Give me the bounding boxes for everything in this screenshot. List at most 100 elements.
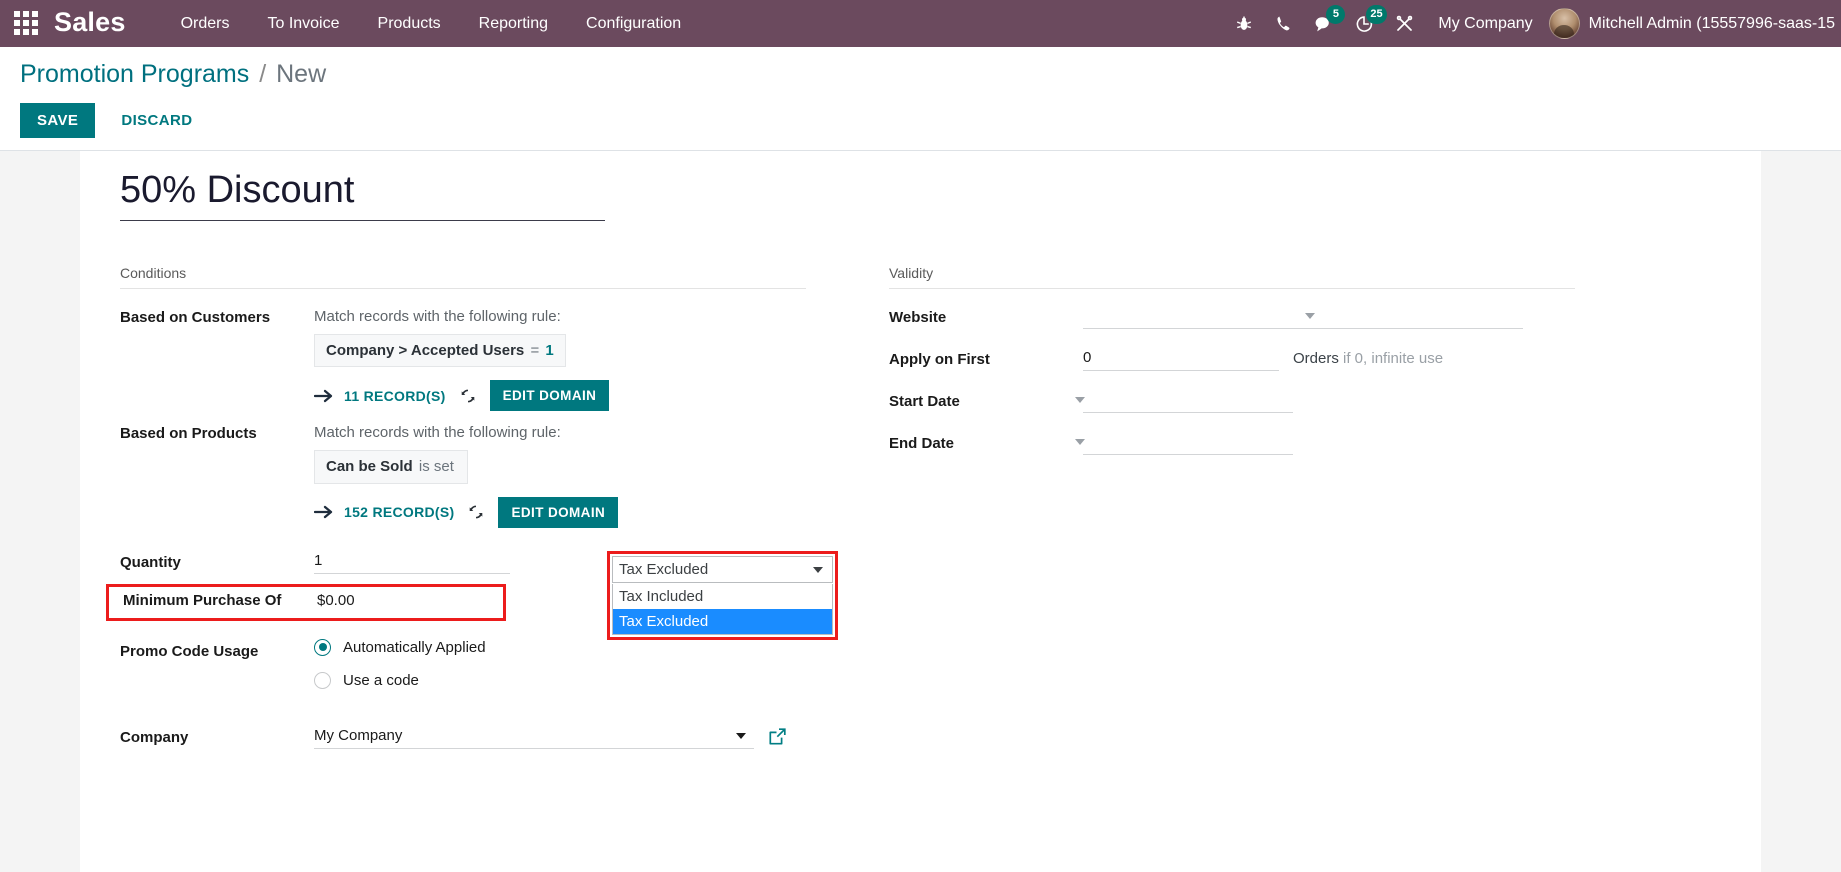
apply-on-first-unit: Orders if 0, infinite use bbox=[1279, 347, 1443, 367]
value-apply-on-first: Orders if 0, infinite use bbox=[1083, 347, 1575, 372]
field-row-promo-code-usage: Promo Code Usage Automatically Applied U… bbox=[120, 638, 806, 705]
messages-badge: 5 bbox=[1326, 5, 1346, 24]
products-chip-field: Can be Sold bbox=[326, 458, 413, 476]
form-sheet: Conditions Based on Customers Match reco… bbox=[80, 150, 1761, 872]
label-start-date: Start Date bbox=[889, 393, 960, 411]
value-start-date bbox=[1075, 389, 1575, 414]
value-based-on-customers: Match records with the following rule: C… bbox=[314, 305, 806, 412]
arrow-right-icon bbox=[314, 505, 334, 519]
value-based-on-products: Match records with the following rule: C… bbox=[314, 421, 806, 528]
tax-option-tax-included[interactable]: Tax Included bbox=[613, 584, 832, 609]
messages-icon[interactable]: 5 bbox=[1304, 0, 1346, 47]
radio-row-use-a-code[interactable]: Use a code bbox=[314, 671, 806, 689]
external-link-icon[interactable] bbox=[768, 725, 787, 746]
tax-select-closed-box[interactable]: Tax Excluded bbox=[612, 555, 833, 583]
products-domain-chip[interactable]: Can be Sold is set bbox=[314, 450, 468, 484]
control-panel: Promotion Programs / New SAVE DISCARD bbox=[0, 47, 1841, 151]
label-based-on-products: Based on Products bbox=[120, 425, 257, 443]
tax-option-tax-excluded[interactable]: Tax Excluded bbox=[613, 608, 832, 634]
breadcrumb-separator: / bbox=[259, 60, 267, 88]
apps-grid-icon[interactable] bbox=[14, 10, 40, 37]
label-promo-code-usage: Promo Code Usage bbox=[120, 642, 259, 660]
quantity-input[interactable] bbox=[314, 549, 510, 574]
form-columns: Conditions Based on Customers Match reco… bbox=[106, 265, 1721, 759]
validity-group: Validity Website Apply on First Orders bbox=[889, 265, 1575, 759]
customers-records-row: 11 RECORD(S) EDIT DOMAIN bbox=[314, 380, 806, 412]
app-brand-sales[interactable]: Sales bbox=[54, 8, 126, 39]
customers-domain-chip[interactable]: Company > Accepted Users = 1 bbox=[314, 334, 566, 368]
products-edit-domain-button[interactable]: EDIT DOMAIN bbox=[498, 496, 619, 528]
navbar-systray: 5 25 My Company Mitchell Admin (15557996… bbox=[1224, 0, 1841, 47]
form-sheet-background: Conditions Based on Customers Match reco… bbox=[0, 150, 1841, 872]
products-record-count-link[interactable]: 152 RECORD(S) bbox=[344, 504, 454, 520]
conditions-group: Conditions Based on Customers Match reco… bbox=[106, 265, 806, 759]
breadcrumb-root-link[interactable]: Promotion Programs bbox=[20, 60, 249, 88]
bug-icon[interactable] bbox=[1224, 0, 1264, 47]
validity-group-title: Validity bbox=[889, 265, 1575, 290]
breadcrumb-current: New bbox=[276, 60, 327, 88]
user-menu[interactable]: Mitchell Admin (15557996-saas-15 bbox=[1548, 8, 1837, 39]
value-end-date bbox=[1075, 431, 1575, 456]
nav-menu-products[interactable]: Products bbox=[359, 0, 460, 47]
radio-use-a-code[interactable] bbox=[314, 671, 331, 689]
refresh-icon[interactable] bbox=[460, 388, 476, 404]
customers-edit-domain-button[interactable]: EDIT DOMAIN bbox=[489, 380, 610, 412]
minimum-purchase-input[interactable] bbox=[317, 589, 497, 613]
radio-automatically-applied[interactable] bbox=[314, 638, 331, 656]
radio-row-automatically-applied[interactable]: Automatically Applied bbox=[314, 638, 806, 656]
customers-domain-hint: Match records with the following rule: bbox=[314, 308, 561, 326]
conditions-group-title: Conditions bbox=[120, 265, 806, 290]
field-row-end-date: End Date bbox=[889, 431, 1575, 456]
value-website bbox=[1083, 305, 1575, 330]
customers-chip-value: 1 bbox=[545, 342, 554, 360]
activities-clock-icon[interactable]: 25 bbox=[1344, 0, 1387, 47]
value-promo-code-usage: Automatically Applied Use a code bbox=[314, 638, 806, 705]
field-row-start-date: Start Date bbox=[889, 389, 1575, 414]
field-row-minimum-purchase-highlighted: Minimum Purchase Of bbox=[106, 583, 506, 621]
customers-chip-operator: = bbox=[530, 342, 540, 360]
arrow-right-icon bbox=[314, 389, 334, 403]
avatar bbox=[1548, 8, 1580, 39]
refresh-icon[interactable] bbox=[468, 504, 484, 520]
products-domain-hint: Match records with the following rule: bbox=[314, 424, 561, 442]
navbar-company-switcher[interactable]: My Company bbox=[1424, 15, 1548, 33]
label-website: Website bbox=[889, 309, 947, 327]
user-name-label: Mitchell Admin (15557996-saas-15 bbox=[1588, 14, 1835, 32]
apply-on-first-input[interactable] bbox=[1083, 347, 1279, 372]
radio-label-automatically-applied: Automatically Applied bbox=[343, 638, 486, 656]
website-input[interactable] bbox=[1083, 305, 1523, 330]
field-row-company: Company bbox=[120, 724, 806, 749]
save-button[interactable]: SAVE bbox=[20, 102, 96, 138]
label-based-on-customers: Based on Customers bbox=[120, 309, 271, 327]
field-row-website: Website bbox=[889, 305, 1575, 330]
field-row-based-on-products: Based on Products Match records with the… bbox=[120, 421, 806, 528]
phone-icon[interactable] bbox=[1264, 0, 1304, 47]
nav-menu-configuration[interactable]: Configuration bbox=[567, 0, 700, 47]
discard-button[interactable]: DISCARD bbox=[105, 103, 208, 138]
form-action-buttons: SAVE DISCARD bbox=[20, 102, 1841, 150]
radio-label-use-a-code: Use a code bbox=[343, 671, 419, 689]
record-title-input[interactable] bbox=[120, 168, 605, 222]
top-navbar: Sales Orders To Invoice Products Reporti… bbox=[0, 0, 1841, 47]
tax-select-highlighted: Tax Excluded Tax Included Tax Excluded bbox=[607, 550, 838, 640]
nav-menu-orders[interactable]: Orders bbox=[162, 0, 249, 47]
tools-icon[interactable] bbox=[1384, 0, 1424, 47]
company-input[interactable] bbox=[314, 724, 754, 749]
label-company: Company bbox=[120, 728, 189, 746]
tax-select[interactable]: Tax Excluded bbox=[612, 555, 833, 583]
nav-menu-reporting[interactable]: Reporting bbox=[460, 0, 567, 47]
start-date-input[interactable] bbox=[1083, 389, 1293, 414]
field-row-based-on-customers: Based on Customers Match records with th… bbox=[120, 305, 806, 412]
products-records-row: 152 RECORD(S) EDIT DOMAIN bbox=[314, 496, 806, 528]
field-row-apply-on-first: Apply on First Orders if 0, infinite use bbox=[889, 347, 1575, 372]
apply-on-first-unit-hint: if 0, infinite use bbox=[1343, 350, 1444, 368]
tax-select-option-list: Tax Included Tax Excluded bbox=[612, 583, 833, 635]
value-company bbox=[314, 724, 806, 749]
customers-record-count-link[interactable]: 11 RECORD(S) bbox=[344, 388, 446, 404]
label-end-date: End Date bbox=[889, 435, 955, 453]
products-chip-operator: is set bbox=[418, 458, 454, 476]
customers-chip-field: Company > Accepted Users bbox=[326, 342, 525, 360]
apply-on-first-unit-strong: Orders bbox=[1293, 350, 1339, 368]
end-date-input[interactable] bbox=[1083, 431, 1293, 456]
nav-menu-to-invoice[interactable]: To Invoice bbox=[248, 0, 358, 47]
